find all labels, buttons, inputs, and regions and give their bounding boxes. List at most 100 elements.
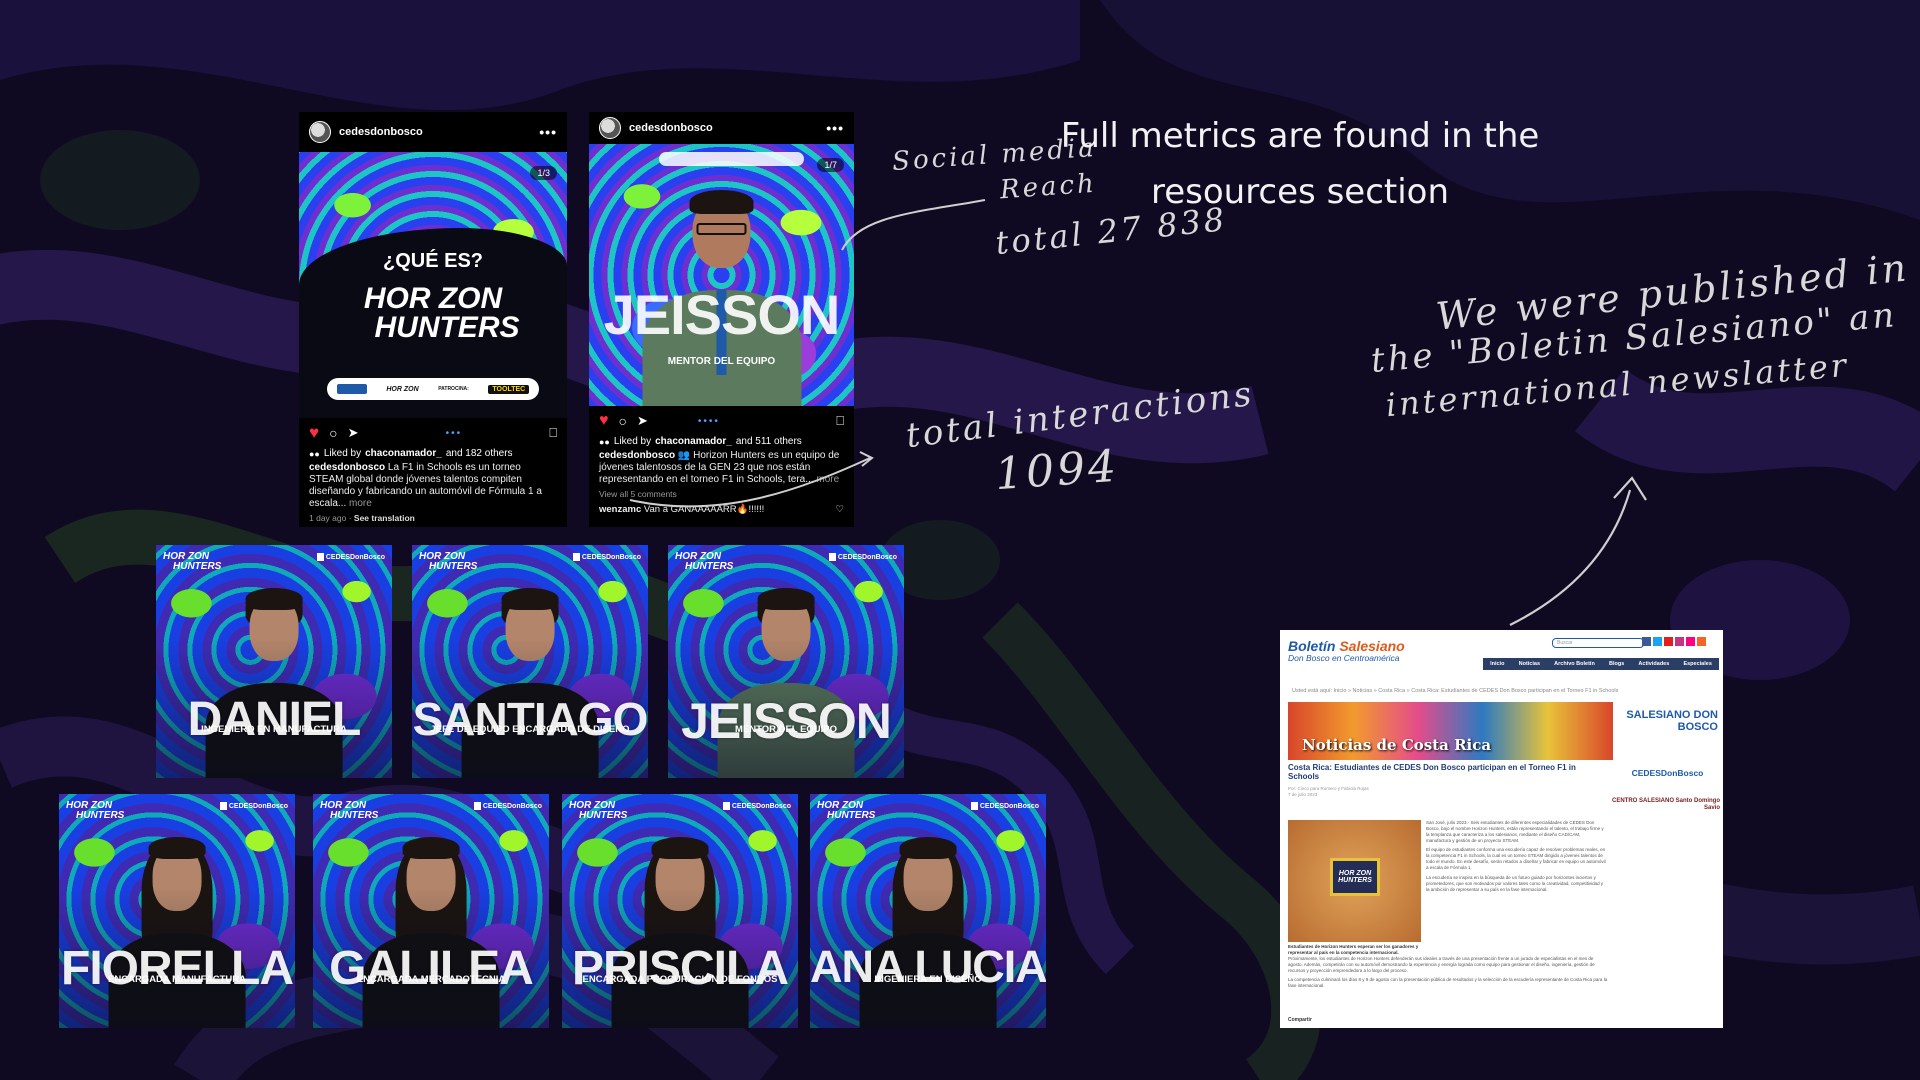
instagram-post-mentor: cedesdonbosco ••• 1/7 JEISSON MENTOR DEL…	[589, 112, 854, 527]
youtube-icon[interactable]	[1664, 637, 1673, 646]
twitter-icon[interactable]	[1653, 637, 1662, 646]
avatar[interactable]	[309, 121, 331, 143]
team-card[interactable]: HOR ZON HUNTERS CEDESDonBosco JEISSON MENTOR…	[668, 545, 904, 778]
comment-username[interactable]: wenzamc	[599, 504, 641, 515]
caption-username[interactable]: cedesdonbosco	[309, 462, 385, 473]
facebook-icon[interactable]	[1642, 637, 1651, 646]
liked-by-prefix: Liked by	[613, 436, 652, 447]
cedes-logo: CEDESDonBosco	[573, 553, 641, 561]
member-name: SANTIAGO	[412, 692, 648, 745]
social-icons	[1642, 637, 1706, 646]
nav-item[interactable]: Noticias	[1519, 661, 1540, 667]
comment-icon[interactable]: ○	[329, 425, 337, 441]
member-role: ENCARGADA PROCURACIÓN DE FONDOS	[582, 973, 778, 985]
post-username[interactable]: cedesdonbosco	[629, 122, 818, 134]
cedes-logo: CEDESDonBosco	[971, 802, 1039, 810]
interactions-total: 1094	[993, 440, 1121, 501]
liked-by-user[interactable]: chaconamador_	[655, 436, 732, 447]
caption-more-link[interactable]: more	[349, 498, 372, 509]
cedes-logo: CEDESDonBosco	[723, 802, 791, 810]
member-name: GALILEA	[329, 942, 534, 996]
like-heart-icon[interactable]: ♥	[599, 412, 609, 430]
team-card[interactable]: HOR ZON HUNTERS CEDESDonBosco ANA LUCIA INGE…	[810, 794, 1046, 1028]
article-paragraph: La escudería se inspira en la búsqueda d…	[1426, 874, 1604, 892]
see-translation-link[interactable]: See translation	[354, 513, 415, 523]
cedes-logo: CEDESDonBosco	[474, 802, 542, 810]
liked-by-prefix: Liked by	[323, 448, 362, 459]
member-role: INGENIERO EN MANUFACTURA	[201, 724, 347, 736]
article-photo: HOR ZON HUNTERS	[1288, 820, 1421, 942]
brand-line-2: HUNTERS	[374, 311, 520, 345]
member-role: MENTOR DEL EQUIPO	[734, 724, 838, 736]
instagram-icon[interactable]	[1675, 637, 1684, 646]
liker-avatars-icon: ●●	[309, 448, 320, 459]
post-meta: 1 day ago · See translation	[309, 513, 415, 523]
byline-date: 7 de julio 2023	[1288, 792, 1318, 798]
nav-item[interactable]: Inicio	[1490, 661, 1504, 667]
member-role: JEFE DE EQUIPO ENCARGADO DE DISEÑO	[430, 724, 630, 736]
member-role: ENCARGADA MERCADOTECNIA	[356, 973, 506, 985]
post-header: cedesdonbosco •••	[589, 112, 854, 144]
caption-more-link[interactable]: more	[816, 474, 839, 485]
post-headline: ¿QUÉ ES?	[382, 250, 483, 272]
team-card[interactable]: HOR ZON HUNTERS CEDESDonBosco SANTIAGO JEFE …	[412, 545, 648, 778]
nav-item[interactable]: Actividades	[1638, 661, 1669, 667]
newsletter-search-input[interactable]: Buscar	[1552, 638, 1644, 648]
bookmark-icon[interactable]: ⎕	[836, 413, 844, 429]
newsletter-brand: Boletín Salesiano	[1288, 638, 1405, 654]
photo-caption: Estudiantes de Horizon Hunters esperan s…	[1288, 944, 1419, 955]
cedes-logo: CEDESDonBosco	[220, 802, 288, 810]
view-comments-link[interactable]: View all 5 comments	[589, 486, 854, 502]
horizon-hunters-logo: HOR ZON HUNTERS	[163, 551, 222, 572]
bookmark-icon[interactable]: ⎕	[549, 425, 557, 441]
article-paragraph: El equipo de estudiantes conforma una es…	[1426, 847, 1606, 871]
avatar[interactable]	[599, 117, 621, 139]
more-options-icon[interactable]: •••	[539, 124, 557, 140]
article-paragraph: San José, julio 2023.- Seis estudiantes …	[1426, 820, 1604, 844]
tooltec-logo: TOOLTEC	[488, 384, 530, 394]
rss-icon[interactable]	[1697, 637, 1706, 646]
team-card[interactable]: HOR ZON HUNTERS CEDESDonBosco PRISCILA ENCAR…	[562, 794, 798, 1028]
flickr-icon[interactable]	[1686, 637, 1695, 646]
sidebar-logo-savio[interactable]: CENTRO SALESIANO Santo Domingo Savio	[1610, 798, 1720, 811]
team-card[interactable]: HOR ZON HUNTERS CEDESDonBosco GALILEA ENCARG…	[313, 794, 549, 1028]
newsletter-screenshot: Boletín Salesiano Don Bosco en Centroamé…	[1280, 630, 1723, 1028]
share-link[interactable]: Compartir	[1288, 1017, 1312, 1023]
breadcrumb: Usted está aquí: Inicio » Noticias » Cos…	[1292, 688, 1619, 694]
brand-logo: HOR ZON HUNTERS	[299, 282, 567, 345]
liked-by-user[interactable]: chaconamador_	[365, 448, 442, 459]
nav-item[interactable]: Archivo Boletín	[1554, 661, 1595, 667]
sidebar-logo-salesiano[interactable]: SALESIANO DON BOSCO	[1613, 709, 1718, 733]
share-icon[interactable]: ➤	[348, 425, 359, 441]
caption-username[interactable]: cedesdonbosco	[599, 450, 675, 461]
horizon-hunters-logo: HOR ZON HUNTERS	[675, 551, 734, 572]
member-name: JEISSON	[681, 692, 892, 749]
nav-item[interactable]: Blogs	[1609, 661, 1624, 667]
brand-word-1: Boletín	[1288, 638, 1336, 654]
brand-word-2: Salesiano	[1339, 638, 1405, 654]
comment-icon[interactable]: ○	[619, 413, 627, 429]
post-image[interactable]: 1/3 ¿QUÉ ES? HOR ZON HUNTERS HOR ZON PAT…	[299, 152, 567, 418]
brand-line-1: HOR ZON	[363, 282, 503, 315]
more-options-icon[interactable]: •••	[826, 120, 844, 136]
overlay-role: MENTOR DEL EQUIPO	[667, 356, 776, 367]
member-name: DANIEL	[187, 692, 362, 746]
article-paragraph: La competencia culminará los días 8 y 9 …	[1288, 977, 1608, 989]
post-username[interactable]: cedesdonbosco	[339, 126, 531, 138]
like-heart-icon[interactable]: ♥	[309, 423, 319, 443]
comment-like-icon[interactable]: ♡	[835, 504, 844, 515]
carousel-dots: ••••	[697, 415, 720, 427]
cedes-logo-icon	[336, 384, 367, 394]
share-icon[interactable]: ➤	[637, 413, 648, 429]
team-card[interactable]: HOR ZON HUNTERS CEDESDonBosco DANIEL INGENIE…	[156, 545, 392, 778]
newsletter-nav: Inicio Noticias Archivo Boletín Blogs Ac…	[1483, 658, 1719, 670]
post-caption: cedesdonbosco La F1 in Schools es un tor…	[299, 459, 567, 510]
post-image[interactable]: 1/7 JEISSON MENTOR DEL EQUIPO	[589, 144, 854, 406]
horizon-hunters-logo: HOR ZON HUNTERS	[320, 800, 379, 821]
carousel-counter: 1/7	[817, 158, 844, 172]
sidebar-logo-cedes[interactable]: CEDESDonBosco	[1620, 768, 1715, 778]
carousel-dots: •••	[445, 427, 463, 439]
team-card[interactable]: HOR ZON HUNTERS CEDESDonBosco FIORELLA ENCAR…	[59, 794, 295, 1028]
sponsor-bar: HOR ZON PATROCINA: TOOLTEC	[327, 378, 539, 400]
nav-item[interactable]: Especiales	[1683, 661, 1711, 667]
